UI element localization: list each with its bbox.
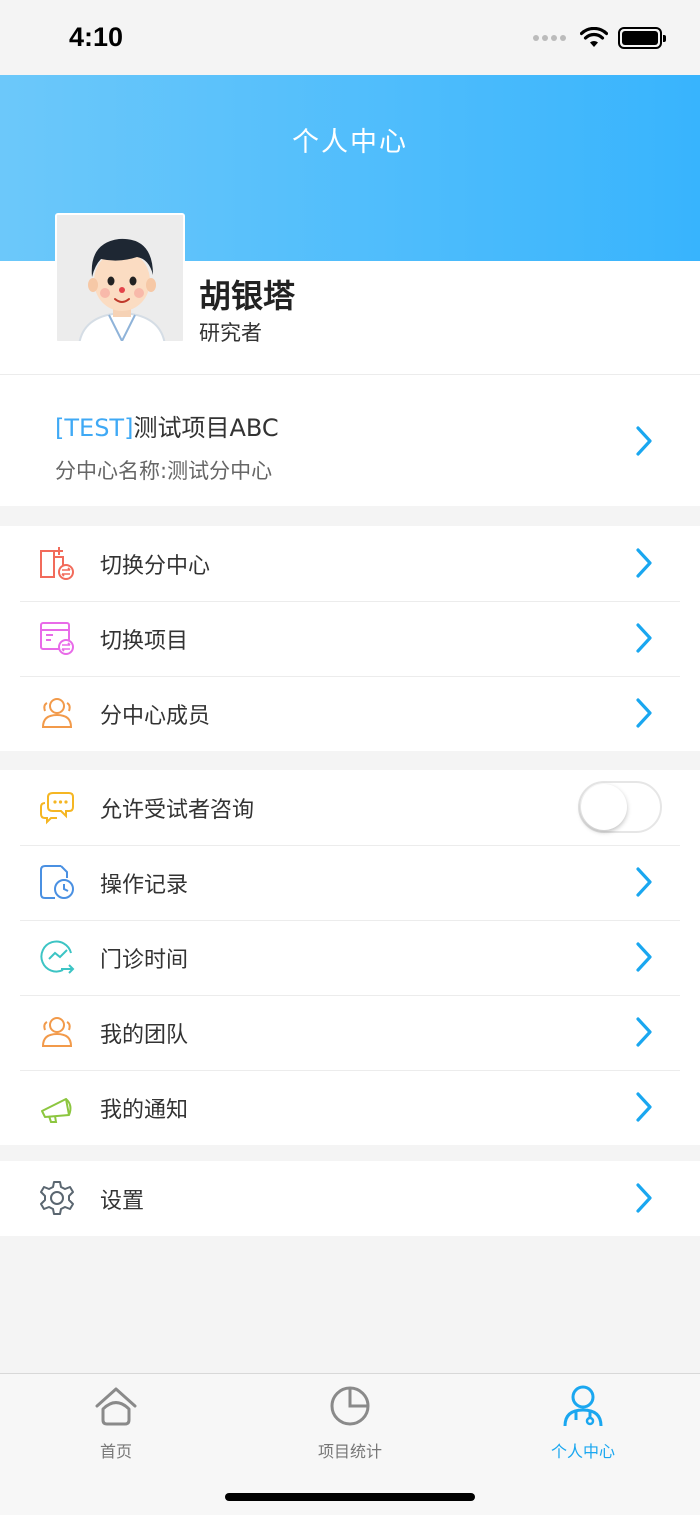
chevron-right-icon [635,547,653,579]
menu-item-label: 操作记录 [100,873,189,898]
signal-icon [533,35,566,41]
menu-item-allow-consult: 允许受试者咨询 [0,770,700,845]
menu-item-label: 切换分中心 [100,554,211,579]
chevron-right-icon [635,1182,653,1214]
profile-card: 胡银塔 研究者 [0,213,700,375]
project-tag: [TEST] [55,414,134,442]
switch-project-icon [40,622,74,655]
project-title: [TEST]测试项目ABC [55,408,279,443]
status-icons [533,27,666,49]
menu-item-label: 分中心成员 [100,704,211,729]
menu-item-clinic-time[interactable]: 门诊时间 [0,920,700,995]
doctor-avatar-icon [57,215,183,341]
chevron-right-icon [635,697,653,729]
clinic-time-icon [40,940,75,974]
project-center: 分中心名称:测试分中心 [55,459,273,483]
menu-item-label: 设置 [100,1189,145,1214]
menu-item-switch-center[interactable]: 切换分中心 [0,526,700,601]
tab-label: 个人中心 [550,1442,615,1461]
switch-center-icon [40,547,74,580]
tab-label: 项目统计 [317,1442,382,1461]
avatar[interactable] [55,213,185,343]
tab-label: 首页 [99,1442,132,1461]
home-icon [95,1387,137,1426]
menu-item-label: 门诊时间 [100,948,189,973]
profile-name: 胡银塔 [199,277,296,315]
tab-project-stats[interactable]: 项目统计 [290,1384,410,1462]
tab-home[interactable]: 首页 [56,1384,176,1462]
group-general: 允许受试者咨询 操作记录 门诊时间 我的团队 我的通知 [0,770,700,1145]
project-name: 测试项目ABC [133,414,279,442]
pie-chart-icon [330,1386,370,1426]
chat-icon [40,792,74,825]
group-settings: 设置 [0,1161,700,1236]
menu-item-label: 我的通知 [100,1098,189,1123]
menu-item-center-members[interactable]: 分中心成员 [0,676,700,751]
page-title: 个人中心 [292,127,408,158]
settings-icon [40,1181,74,1215]
wifi-icon [580,27,608,47]
status-time: 4:10 [69,22,124,52]
chevron-right-icon [635,1016,653,1048]
menu-item-operation-log[interactable]: 操作记录 [0,845,700,920]
chevron-right-icon [635,941,653,973]
menu-item-settings[interactable]: 设置 [0,1161,700,1236]
profile-role: 研究者 [199,321,262,345]
current-project[interactable]: [TEST]测试项目ABC 分中心名称:测试分中心 [0,375,700,506]
person-icon [563,1385,603,1427]
chevron-right-icon [635,1091,653,1123]
menu-item-my-notifications[interactable]: 我的通知 [0,1070,700,1145]
allow-consult-toggle[interactable] [578,781,662,833]
menu-item-my-team[interactable]: 我的团队 [0,995,700,1070]
tab-personal-center[interactable]: 个人中心 [523,1384,643,1462]
status-bar: 4:10 [0,0,700,75]
menu-item-label: 我的团队 [100,1023,189,1048]
battery-icon [618,27,666,49]
chevron-right-icon [635,622,653,654]
team-icon [41,1017,73,1047]
home-indicator [225,1493,475,1501]
members-icon [41,698,73,728]
record-icon [40,865,74,899]
menu-item-switch-project[interactable]: 切换项目 [0,601,700,676]
notification-icon [41,1098,72,1123]
menu-item-label: 切换项目 [100,629,189,654]
toggle-knob [581,784,627,830]
menu-item-label: 允许受试者咨询 [100,798,255,823]
chevron-right-icon [635,866,653,898]
chevron-right-icon [635,425,653,457]
group-center-settings: 切换分中心 切换项目 分中心成员 [0,526,700,751]
